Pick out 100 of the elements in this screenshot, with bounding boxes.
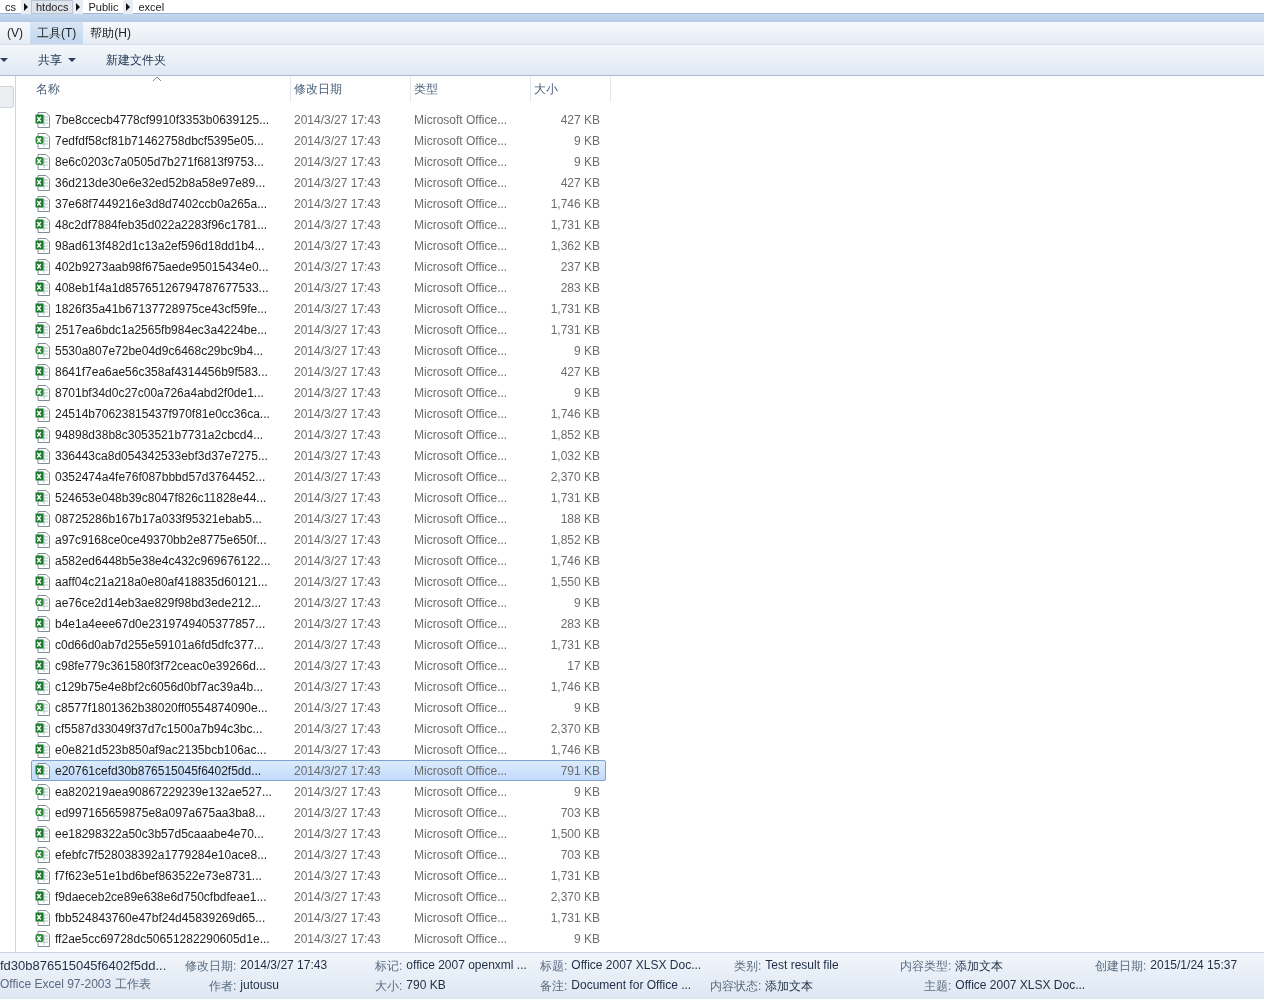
file-row[interactable]: 48c2df7884feb35d022a2283f96c1781... 2014/3/27 17:43 Microsoft Office... 1,731 KB [31, 214, 606, 235]
file-size: 1,731 KB [549, 322, 601, 337]
file-size: 703 KB [559, 805, 601, 820]
file-name: 8701bf34d0c27c00a726a4abd2f0de1... [55, 385, 264, 400]
file-size: 1,731 KB [549, 868, 601, 883]
file-type: Microsoft Office... [413, 679, 509, 694]
column-header[interactable]: 类型 [411, 76, 531, 102]
file-row[interactable]: f7f623e51e1bd6bef863522e73e8731... 2014/3/27 17:43 Microsoft Office... 1,731 KB [31, 865, 606, 886]
toolbar-button[interactable]: 新建文件夹 [106, 51, 166, 69]
file-type: Microsoft Office... [413, 343, 509, 358]
file-name: 98ad613f482d1c13a2ef596d18dd1b4... [55, 238, 265, 253]
breadcrumb-item[interactable]: excel [133, 0, 170, 14]
file-row[interactable]: 94898d38b8c3053521b7731a2cbcd4... 2014/3/27 17:43 Microsoft Office... 1,852 KB [31, 424, 606, 445]
selected-file-row[interactable]: e20761cefd30b876515045f6402f5dd... 2014/3/27 17:43 Microsoft Office... 791 KB [31, 760, 606, 781]
file-row[interactable]: c8577f1801362b38020ff0554874090e... 2014/3/27 17:43 Microsoft Office... 9 KB [31, 697, 606, 718]
file-row[interactable]: cf5587d33049f37d7c1500a7b94c3bc... 2014/3/27 17:43 Microsoft Office... 2,370 KB [31, 718, 606, 739]
file-name: ee18298322a50c3b57d5caaabe4e70... [55, 826, 264, 841]
file-row[interactable]: 8701bf34d0c27c00a726a4abd2f0de1... 2014/3/27 17:43 Microsoft Office... 9 KB [31, 382, 606, 403]
file-row[interactable]: aaff04c21a218a0e80af418835d60121... 2014/3/27 17:43 Microsoft Office... 1,550 KB [31, 571, 606, 592]
file-row[interactable]: 7edfdf58cf81b71462758dbcf5395e05... 2014/3/27 17:43 Microsoft Office... 9 KB [31, 130, 606, 151]
modified-date: 2014/3/27 17:43 [293, 532, 382, 547]
file-row[interactable]: b4e1a4eee67d0e2319749405377857... 2014/3/27 17:43 Microsoft Office... 283 KB [31, 613, 606, 634]
file-type: Microsoft Office... [413, 763, 509, 778]
file-row[interactable]: 7be8ccecb4778cf9910f3353b0639125... 2014/3/27 17:43 Microsoft Office... 427 KB [31, 109, 606, 130]
file-row[interactable]: 0352474a4fe76f087bbbd57d3764452... 2014/3/27 17:43 Microsoft Office... 2,370 KB [31, 466, 606, 487]
file-row[interactable]: ea820219aea90867229239e132ae527... 2014/3/27 17:43 Microsoft Office... 9 KB [31, 781, 606, 802]
file-row[interactable]: 2517ea6bdc1a2565fb984ec3a4224be... 2014/3/27 17:43 Microsoft Office... 1,731 KB [31, 319, 606, 340]
file-type: Microsoft Office... [413, 301, 509, 316]
toolbar-button[interactable]: 共享 [38, 51, 76, 69]
file-name: a97c9168ce0ce49370bb2e8775e650f... [55, 532, 267, 547]
file-row[interactable]: e0e821d523b850af9ac2135bcb106ac... 2014/3/27 17:43 Microsoft Office... 1,746 KB [31, 739, 606, 760]
property-value[interactable]: Test result file [765, 958, 900, 975]
file-size: 1,550 KB [549, 574, 601, 589]
file-row[interactable]: 36d213de30e6e32ed52b8a58e97e89... 2014/3/27 17:43 Microsoft Office... 427 KB [31, 172, 606, 193]
file-row[interactable]: ff2ae5cc69728dc50651282290605d1e... 2014/3/27 17:43 Microsoft Office... 9 KB [31, 928, 606, 949]
file-row[interactable]: 5530a807e72be04d9c6468c29bc9b4... 2014/3/27 17:43 Microsoft Office... 9 KB [31, 340, 606, 361]
file-type: Microsoft Office... [413, 196, 509, 211]
file-row[interactable]: 37e68f7449216e3d8d7402ccb0a265a... 2014/3/27 17:43 Microsoft Office... 1,746 KB [31, 193, 606, 214]
property-value[interactable]: 添加文本 [765, 978, 900, 995]
file-row[interactable]: c0d66d0ab7d255e59101a6fd5dfc377... 2014/3/27 17:43 Microsoft Office... 1,731 KB [31, 634, 606, 655]
spreadsheet-file-icon [35, 510, 51, 527]
file-row[interactable]: 408eb1f4a1d85765126794787677533... 2014/3/27 17:43 Microsoft Office... 283 KB [31, 277, 606, 298]
file-row[interactable]: ae76ce2d14eb3ae829f98bd3ede212... 2014/3/27 17:43 Microsoft Office... 9 KB [31, 592, 606, 613]
file-row[interactable]: a582ed6448b5e38e4c432c969676122... 2014/3/27 17:43 Microsoft Office... 1,746 KB [31, 550, 606, 571]
menu-item[interactable]: (V) [0, 22, 30, 44]
file-row[interactable]: 524653e048b39c8047f826c11828e44... 2014/3/27 17:43 Microsoft Office... 1,731 KB [31, 487, 606, 508]
property-value[interactable]: Office 2007 XLSX Doc... [955, 978, 1095, 995]
collapse-handle[interactable] [0, 86, 14, 108]
file-row[interactable]: 8e6c0203c7a0505d7b271f6813f9753... 2014/3/27 17:43 Microsoft Office... 9 KB [31, 151, 606, 172]
property-value[interactable]: 2015/1/24 15:37 [1150, 958, 1260, 975]
spreadsheet-file-icon [35, 594, 51, 611]
column-header[interactable]: 名称 [33, 76, 291, 102]
file-type: Microsoft Office... [413, 847, 509, 862]
file-row[interactable]: c129b75e4e8bf2c6056d0bf7ac39a4b... 2014/3/27 17:43 Microsoft Office... 1,746 KB [31, 676, 606, 697]
file-row[interactable]: 24514b70623815437f970f81e0cc36ca... 2014/3/27 17:43 Microsoft Office... 1,746 KB [31, 403, 606, 424]
property-value[interactable]: 添加文本 [955, 958, 1095, 975]
modified-date: 2014/3/27 17:43 [293, 931, 382, 946]
modified-date: 2014/3/27 17:43 [293, 511, 382, 526]
file-row[interactable]: f9daeceb2ce89e638e6d750cfbdfeae1... 2014/3/27 17:43 Microsoft Office... 2,370 KB [31, 886, 606, 907]
property-value[interactable]: 2014/3/27 17:43 [240, 958, 375, 975]
file-row[interactable]: c98fe779c361580f3f72ceac0e39266d... 2014/3/27 17:43 Microsoft Office... 17 KB [31, 655, 606, 676]
file-type: Microsoft Office... [413, 238, 509, 253]
file-row[interactable]: 08725286b167b17a033f95321ebab5... 2014/3/27 17:43 Microsoft Office... 188 KB [31, 508, 606, 529]
details-file-type: Office Excel 97-2003 工作表 [0, 976, 152, 993]
file-name: 36d213de30e6e32ed52b8a58e97e89... [55, 175, 266, 190]
breadcrumb-item[interactable]: htdocs [31, 0, 74, 14]
file-row[interactable]: 8641f7ea6ae56c358af4314456b9f583... 2014/3/27 17:43 Microsoft Office... 427 KB [31, 361, 606, 382]
menu-item[interactable]: 工具(T) [30, 22, 84, 44]
file-type: Microsoft Office... [413, 469, 509, 484]
menu-item[interactable]: 帮助(H) [83, 22, 138, 44]
breadcrumb-item[interactable]: Public [83, 0, 124, 14]
property-value[interactable]: Document for Office ... [571, 978, 710, 995]
chevron-icon[interactable] [73, 0, 84, 14]
file-type: Microsoft Office... [413, 553, 509, 568]
file-row[interactable]: efebfc7f528038392a1779284e10ace8... 2014/3/27 17:43 Microsoft Office... 703 KB [31, 844, 606, 865]
spreadsheet-file-icon [35, 930, 51, 947]
chevron-icon[interactable] [21, 0, 31, 14]
spreadsheet-file-icon [35, 783, 51, 800]
file-size: 1,731 KB [549, 490, 601, 505]
breadcrumb-item[interactable]: cs [0, 0, 21, 14]
spreadsheet-file-icon [35, 237, 51, 254]
file-row[interactable]: a97c9168ce0ce49370bb2e8775e650f... 2014/3/27 17:43 Microsoft Office... 1,852 KB [31, 529, 606, 550]
property-value[interactable]: Office 2007 XLSX Doc... [571, 958, 710, 975]
file-name: ae76ce2d14eb3ae829f98bd3ede212... [55, 595, 262, 610]
chevron-icon[interactable] [123, 0, 134, 14]
file-row[interactable]: fbb524843760e47bf24d45839269d65... 2014/3/27 17:43 Microsoft Office... 1,731 KB [31, 907, 606, 928]
property-value[interactable]: jutousu [240, 978, 375, 995]
file-row[interactable]: 1826f35a41b67137728975ce43cf59fe... 2014/3/27 17:43 Microsoft Office... 1,731 KB [31, 298, 606, 319]
modified-date: 2014/3/27 17:43 [293, 763, 382, 778]
column-header[interactable]: 大小 [531, 76, 611, 102]
column-header[interactable]: 修改日期 [291, 76, 411, 102]
file-row[interactable]: ee18298322a50c3b57d5caaabe4e70... 2014/3/27 17:43 Microsoft Office... 1,500 KB [31, 823, 606, 844]
property-value[interactable]: office 2007 openxml ... [406, 958, 540, 975]
property-value[interactable]: 790 KB [406, 978, 540, 995]
file-name: efebfc7f528038392a1779284e10ace8... [55, 847, 268, 862]
property-label: 类别: [733, 958, 762, 975]
file-row[interactable]: ed997165659875e8a097a675aa3ba8... 2014/3/27 17:43 Microsoft Office... 703 KB [31, 802, 606, 823]
file-row[interactable]: 98ad613f482d1c13a2ef596d18dd1b4... 2014/3/27 17:43 Microsoft Office... 1,362 KB [31, 235, 606, 256]
file-row[interactable]: 402b9273aab98f675aede95015434e0... 2014/3/27 17:43 Microsoft Office... 237 KB [31, 256, 606, 277]
file-row[interactable]: 336443ca8d054342533ebf3d37e7275... 2014/3/27 17:43 Microsoft Office... 1,032 KB [31, 445, 606, 466]
